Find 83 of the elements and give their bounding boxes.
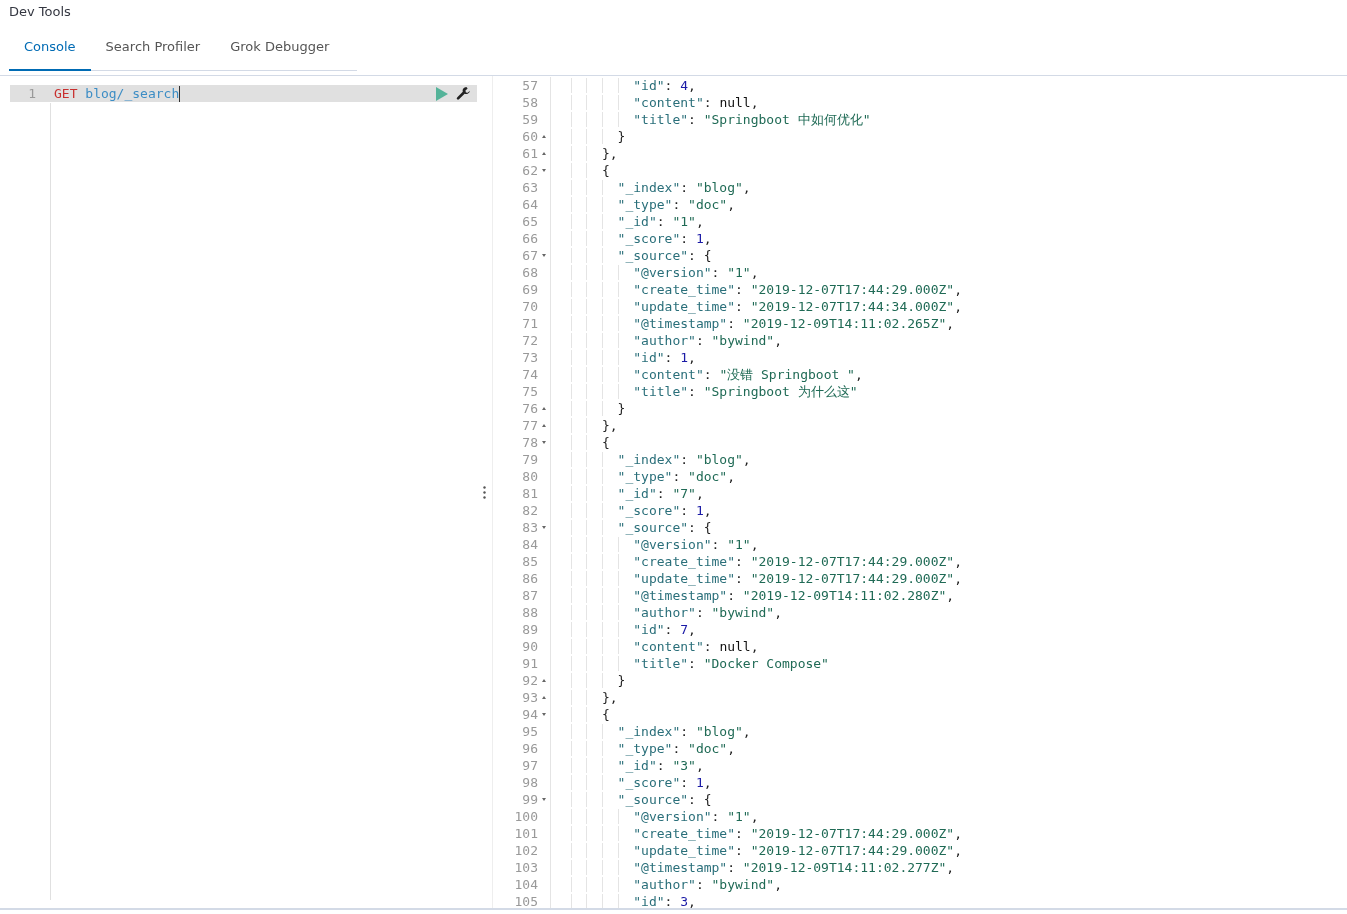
line-number: 96 bbox=[522, 740, 538, 757]
code-line: "title": "Docker Compose" bbox=[551, 655, 829, 672]
line-number: 94 bbox=[522, 706, 538, 723]
line-number: 65 bbox=[522, 213, 538, 230]
line-number: 66 bbox=[522, 230, 538, 247]
line-number: 91 bbox=[522, 655, 538, 672]
line-number: 80 bbox=[522, 468, 538, 485]
line-number: 100 bbox=[514, 808, 538, 825]
line-number: 105 bbox=[514, 893, 538, 908]
line-number: 79 bbox=[522, 451, 538, 468]
line-number: 86 bbox=[522, 570, 538, 587]
code-line: "update_time": "2019-12-07T17:44:34.000Z", bbox=[551, 298, 962, 315]
fold-toggle-icon[interactable] bbox=[542, 407, 546, 410]
line-number: 77 bbox=[522, 417, 538, 434]
line-number: 73 bbox=[522, 349, 538, 366]
fold-toggle-icon[interactable] bbox=[542, 526, 546, 529]
code-line: "title": "Springboot 中如何优化" bbox=[551, 111, 871, 128]
line-number: 63 bbox=[522, 179, 538, 196]
fold-toggle-icon[interactable] bbox=[542, 135, 546, 138]
fold-toggle-icon[interactable] bbox=[542, 254, 546, 257]
line-number: 76 bbox=[522, 400, 538, 417]
line-number: 59 bbox=[522, 111, 538, 128]
line-number: 57 bbox=[522, 77, 538, 94]
tab[interactable]: Grok Debugger bbox=[215, 23, 345, 71]
line-number: 102 bbox=[514, 842, 538, 859]
line-number: 64 bbox=[522, 196, 538, 213]
code-line: "@timestamp": "2019-12-09T14:11:02.277Z", bbox=[551, 859, 955, 876]
line-number: 93 bbox=[522, 689, 538, 706]
line-number: 99 bbox=[522, 791, 538, 808]
line-number: 95 bbox=[522, 723, 538, 740]
code-line: "@timestamp": "2019-12-09T14:11:02.265Z", bbox=[551, 315, 955, 332]
fold-toggle-icon[interactable] bbox=[542, 679, 546, 682]
line-number: 98 bbox=[522, 774, 538, 791]
line-number: 84 bbox=[522, 536, 538, 553]
line-number: 78 bbox=[522, 434, 538, 451]
page-title: Dev Tools bbox=[8, 3, 72, 21]
code-line: "content": "没错 Springboot ", bbox=[551, 366, 863, 383]
line-number: 85 bbox=[522, 553, 538, 570]
line-number: 58 bbox=[522, 94, 538, 111]
line-number: 97 bbox=[522, 757, 538, 774]
line-number: 82 bbox=[522, 502, 538, 519]
line-number: 81 bbox=[522, 485, 538, 502]
wrench-icon[interactable] bbox=[456, 86, 471, 101]
code-line: "update_time": "2019-12-07T17:44:29.000Z", bbox=[551, 570, 962, 587]
line-number: 60 bbox=[522, 128, 538, 145]
line-number: 103 bbox=[514, 859, 538, 876]
line-number: 83 bbox=[522, 519, 538, 536]
fold-toggle-icon[interactable] bbox=[542, 441, 546, 444]
tab[interactable]: Console bbox=[9, 23, 91, 71]
resize-handle-icon[interactable] bbox=[483, 485, 486, 499]
fold-toggle-icon[interactable] bbox=[542, 713, 546, 716]
line-number: 92 bbox=[522, 672, 538, 689]
tab[interactable]: Search Profiler bbox=[90, 23, 216, 71]
line-number: 75 bbox=[522, 383, 538, 400]
line-number: 90 bbox=[522, 638, 538, 655]
code-line: "update_time": "2019-12-07T17:44:29.000Z", bbox=[551, 842, 962, 859]
line-number: 68 bbox=[522, 264, 538, 281]
fold-toggle-icon[interactable] bbox=[542, 798, 546, 801]
code-line: "@timestamp": "2019-12-09T14:11:02.280Z", bbox=[551, 587, 955, 604]
line-number: 89 bbox=[522, 621, 538, 638]
text-cursor bbox=[179, 85, 181, 102]
line-number: 67 bbox=[522, 247, 538, 264]
line-number: 62 bbox=[522, 162, 538, 179]
code-line: "create_time": "2019-12-07T17:44:29.000Z", bbox=[551, 825, 962, 842]
fold-toggle-icon[interactable] bbox=[542, 696, 546, 699]
fold-toggle-icon[interactable] bbox=[542, 169, 546, 172]
line-number: 74 bbox=[522, 366, 538, 383]
line-number: 71 bbox=[522, 315, 538, 332]
fold-toggle-icon[interactable] bbox=[542, 424, 546, 427]
line-number: 87 bbox=[522, 587, 538, 604]
code-line: "title": "Springboot 为什么这" bbox=[551, 383, 858, 400]
line-number: 1 bbox=[27, 86, 37, 101]
line-number: 69 bbox=[522, 281, 538, 298]
fold-toggle-icon[interactable] bbox=[542, 152, 546, 155]
line-number: 88 bbox=[522, 604, 538, 621]
code-line: "create_time": "2019-12-07T17:44:29.000Z", bbox=[551, 281, 962, 298]
code-line: "create_time": "2019-12-07T17:44:29.000Z", bbox=[551, 553, 962, 570]
line-number: 104 bbox=[514, 876, 538, 893]
code-line[interactable]: GET blog/_search bbox=[54, 86, 180, 101]
line-number: 101 bbox=[514, 825, 538, 842]
line-number: 61 bbox=[522, 145, 538, 162]
line-number: 70 bbox=[522, 298, 538, 315]
line-number: 72 bbox=[522, 332, 538, 349]
